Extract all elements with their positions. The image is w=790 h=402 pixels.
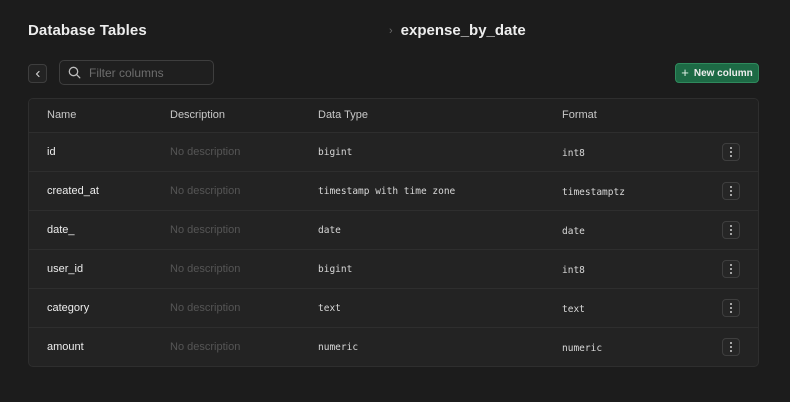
more-vertical-icon — [730, 225, 732, 235]
row-menu-button[interactable] — [722, 182, 740, 200]
table-row[interactable]: amount No description numeric numeric — [29, 328, 758, 366]
column-description: No description — [170, 341, 241, 353]
breadcrumb: › expense_by_date — [389, 22, 526, 39]
column-name: created_at — [47, 185, 99, 197]
filter-columns-field[interactable] — [59, 60, 214, 85]
row-menu-button[interactable] — [722, 299, 740, 317]
column-format: timestamptz — [562, 187, 625, 198]
more-vertical-icon — [730, 147, 732, 157]
back-button[interactable] — [28, 64, 47, 83]
column-data-type: bigint — [318, 264, 353, 275]
column-header-name: Name — [47, 109, 77, 121]
table-header: Name Description Data Type Format — [29, 99, 758, 133]
column-format: numeric — [562, 343, 603, 354]
column-description: No description — [170, 224, 241, 236]
table-row[interactable]: category No description text text — [29, 289, 758, 328]
row-menu-button[interactable] — [722, 260, 740, 278]
column-format: int8 — [562, 265, 585, 276]
column-description: No description — [170, 185, 241, 197]
column-name: id — [47, 146, 56, 158]
breadcrumb-separator: › — [389, 24, 393, 37]
table-row[interactable]: date_ No description date date — [29, 211, 758, 250]
column-format: date — [562, 226, 585, 237]
column-name: user_id — [47, 263, 84, 275]
database-tables-page: Database Tables › expense_by_date + New … — [0, 0, 790, 402]
table-row[interactable]: created_at No description timestamp with… — [29, 172, 758, 211]
new-column-button[interactable]: + New column — [675, 63, 759, 83]
column-description: No description — [170, 302, 241, 314]
column-data-type: bigint — [318, 147, 353, 158]
column-format: text — [562, 304, 585, 315]
column-data-type: numeric — [318, 342, 359, 353]
search-icon — [68, 66, 81, 79]
column-description: No description — [170, 146, 241, 158]
plus-icon: + — [681, 65, 689, 80]
column-name: date_ — [47, 224, 75, 236]
table-row[interactable]: user_id No description bigint int8 — [29, 250, 758, 289]
column-header-description: Description — [170, 109, 226, 121]
column-format: int8 — [562, 148, 585, 159]
table-name: expense_by_date — [400, 22, 526, 39]
columns-table: Name Description Data Type Format id No … — [28, 98, 759, 367]
new-column-label: New column — [693, 67, 753, 79]
row-menu-button[interactable] — [722, 143, 740, 161]
filter-columns-input[interactable] — [89, 65, 199, 80]
column-header-data-type: Data Type — [318, 109, 368, 121]
table-row[interactable]: id No description bigint int8 — [29, 133, 758, 172]
more-vertical-icon — [730, 186, 732, 196]
more-vertical-icon — [730, 303, 732, 313]
column-name: category — [47, 302, 90, 314]
row-menu-button[interactable] — [722, 221, 740, 239]
column-data-type: timestamp with time zone — [318, 186, 456, 197]
more-vertical-icon — [730, 342, 732, 352]
page-title: Database Tables — [28, 22, 147, 39]
column-header-format: Format — [562, 109, 597, 121]
row-menu-button[interactable] — [722, 338, 740, 356]
more-vertical-icon — [730, 264, 732, 274]
column-data-type: text — [318, 303, 341, 314]
column-data-type: date — [318, 225, 341, 236]
chevron-left-icon — [35, 70, 40, 77]
column-name: amount — [47, 341, 84, 353]
column-description: No description — [170, 263, 241, 275]
